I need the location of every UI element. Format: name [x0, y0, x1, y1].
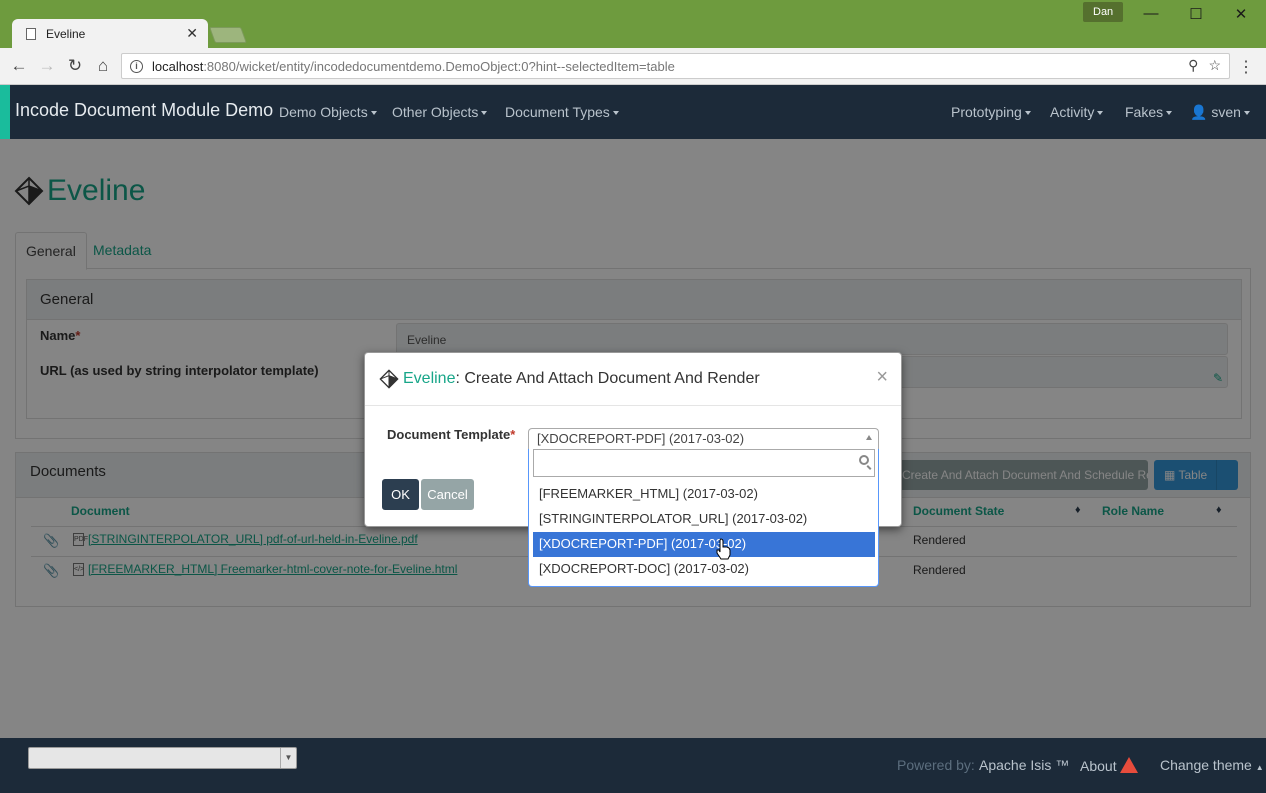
browser-menu-icon[interactable]: ⋮: [1238, 57, 1254, 77]
warning-icon: [1119, 757, 1138, 773]
menu-prototyping[interactable]: Prototyping: [951, 104, 1031, 120]
select-dropdown: [FREEMARKER_HTML] (2017-03-02) [STRINGIN…: [528, 449, 879, 587]
apache-isis-link[interactable]: Apache Isis ™: [979, 757, 1069, 773]
info-icon[interactable]: i: [130, 59, 143, 73]
menu-label: Prototyping: [951, 104, 1022, 120]
change-theme-label: Change theme: [1160, 757, 1252, 773]
about-link[interactable]: About: [1080, 757, 1138, 774]
minimize-icon[interactable]: —: [1139, 5, 1163, 22]
caret-down-icon: [1243, 111, 1250, 116]
menu-user[interactable]: 👤 sven: [1190, 104, 1250, 121]
hand-cursor-icon: [716, 538, 731, 560]
about-label: About: [1080, 758, 1117, 774]
chevron-up-icon: [866, 435, 872, 440]
tab-title: Eveline: [46, 26, 86, 41]
option-stringinterpolator-url[interactable]: [STRINGINTERPOLATOR_URL] (2017-03-02): [533, 507, 875, 532]
search-icon: [859, 455, 869, 465]
url-path: :8080/wicket/entity/incodedocumentdemo.D…: [203, 58, 675, 74]
caret-down-icon: [1024, 111, 1031, 116]
menu-label: Document Types: [505, 104, 610, 120]
menu-label: Fakes: [1125, 104, 1164, 120]
document-template-label: Document Template*: [387, 427, 515, 442]
close-window-icon[interactable]: ✕: [1229, 5, 1253, 23]
user-icon: 👤: [1190, 104, 1208, 120]
home-icon[interactable]: ⌂: [93, 56, 113, 76]
bookmark-star-icon[interactable]: ☆: [1208, 57, 1221, 74]
browser-tab[interactable]: Eveline ✕: [12, 19, 208, 48]
url-host: localhost: [152, 58, 204, 74]
dialog-entity-link[interactable]: Eveline: [403, 370, 455, 388]
field-label-text: Document Template: [387, 427, 511, 442]
caret-down-icon: [481, 111, 488, 116]
forward-icon[interactable]: →: [37, 56, 57, 76]
menu-document-types[interactable]: Document Types: [505, 104, 619, 120]
powered-by-label: Powered by:: [897, 757, 975, 773]
select-search-input[interactable]: [533, 449, 875, 477]
url-bar[interactable]: i localhost:8080/wicket/entity/incodedoc…: [121, 53, 1230, 79]
menu-other-objects[interactable]: Other Objects: [392, 104, 488, 120]
selected-value: [XDOCREPORT-PDF] (2017-03-02): [537, 431, 745, 446]
menu-label: Demo Objects: [279, 104, 368, 120]
app-navbar: Incode Document Module Demo Demo Objects…: [0, 85, 1266, 139]
page-icon: [26, 27, 36, 40]
footer: ▼ Powered by: Apache Isis ™ About Change…: [0, 738, 1266, 793]
back-icon[interactable]: ←: [9, 56, 29, 76]
caret-down-icon: [1097, 111, 1104, 116]
menu-fakes[interactable]: Fakes: [1125, 104, 1173, 120]
menu-label: sven: [1211, 104, 1241, 120]
caret-up-icon: ▲: [1255, 763, 1264, 772]
menu-activity[interactable]: Activity: [1050, 104, 1104, 120]
menu-demo-objects[interactable]: Demo Objects: [279, 104, 377, 120]
option-xdocreport-pdf[interactable]: [XDOCREPORT-PDF] (2017-03-02): [533, 532, 875, 557]
dialog-header: Eveline : Create And Attach Document And…: [365, 353, 901, 406]
close-tab-icon[interactable]: ✕: [186, 25, 198, 42]
ok-button[interactable]: OK: [382, 479, 419, 510]
zoom-icon[interactable]: ⚲: [1188, 57, 1198, 74]
maximize-icon[interactable]: ☐: [1184, 5, 1208, 23]
change-theme-link[interactable]: Change theme ▲: [1160, 757, 1264, 773]
document-template-select[interactable]: [XDOCREPORT-PDF] (2017-03-02): [528, 428, 879, 450]
dialog-title: Eveline : Create And Attach Document And…: [379, 369, 760, 389]
option-freemarker-html[interactable]: [FREEMARKER_HTML] (2017-03-02): [533, 482, 875, 507]
caret-down-icon: [612, 111, 619, 116]
profile-badge[interactable]: Dan: [1083, 2, 1124, 22]
menu-label: Other Objects: [392, 104, 479, 120]
address-toolbar: ← → ↻ ⌂ i localhost:8080/wicket/entity/i…: [0, 48, 1266, 85]
chevron-down-icon: ▼: [280, 748, 296, 768]
cancel-button[interactable]: Cancel: [421, 479, 474, 510]
theme-select[interactable]: ▼: [28, 747, 297, 769]
caret-down-icon: [1166, 111, 1173, 116]
option-xdocreport-doc[interactable]: [XDOCREPORT-DOC] (2017-03-02): [533, 557, 875, 582]
new-tab-button[interactable]: [209, 27, 247, 43]
reload-icon[interactable]: ↻: [65, 56, 85, 76]
close-icon[interactable]: ×: [876, 366, 888, 389]
dialog-action-name: : Create And Attach Document And Render: [455, 370, 760, 387]
browser-titlebar: Eveline ✕ Dan — ☐ ✕: [0, 0, 1266, 48]
required-marker: *: [510, 427, 516, 442]
caret-down-icon: [370, 111, 377, 116]
entity-icon: [379, 369, 399, 389]
menu-label: Activity: [1050, 104, 1095, 120]
app-brand[interactable]: Incode Document Module Demo: [15, 100, 273, 121]
